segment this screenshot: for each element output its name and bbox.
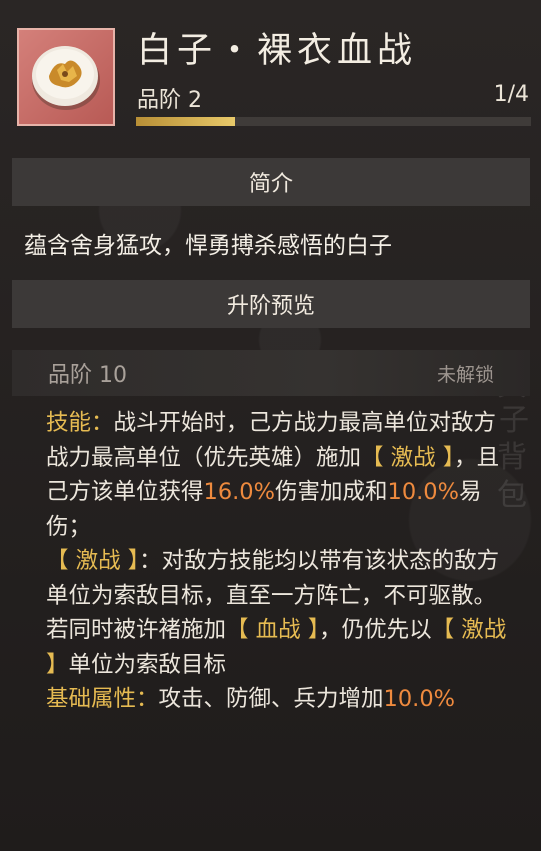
item-grade: 品阶 2 — [137, 88, 202, 113]
skill-paragraph: 技能：战斗开始时，己方战力最高单位对敌方战力最高单位（优先英雄）施加【 激战 】… — [46, 406, 508, 544]
vulnerable-value: 10.0% — [387, 479, 459, 505]
attribute-value: 10.0% — [383, 686, 456, 712]
upgrade-header-label: 升阶预览 — [226, 294, 315, 319]
effect-paragraph: 【 激战 】：对敌方技能均以带有该状态的敌方单位为索敌目标，直至一方阵亡，不可驱… — [46, 544, 508, 682]
item-header: 白子・裸衣血战 品阶 2 1/4 — [0, 0, 541, 140]
item-count: 1/4 — [493, 82, 529, 107]
go-stone-icon — [32, 46, 100, 110]
item-title: 白子・裸衣血战 — [137, 31, 418, 71]
intro-header-label: 简介 — [248, 172, 293, 197]
skill-text: 伤害加成和 — [275, 479, 388, 505]
status-tag: 【 激战 】 — [46, 548, 140, 574]
attribute-label: 基础属性： — [46, 686, 159, 712]
status-tag: 【 激战 】 — [361, 444, 455, 471]
upgrade-grade-label: 品阶 10 — [48, 363, 127, 388]
effect-text: 单位为索敌目标 — [68, 651, 227, 678]
lock-status: 未解锁 — [436, 363, 494, 386]
effect-text: ，仍优先以 — [319, 617, 432, 643]
damage-value: 16.0% — [203, 479, 275, 505]
intro-section-header: 简介 — [12, 158, 530, 206]
grade-progress-fill — [136, 117, 235, 126]
item-icon-frame[interactable] — [17, 28, 115, 126]
status-tag: 【 血战 】 — [226, 617, 320, 643]
upgrade-grade-row: 品阶 10 未解锁 — [12, 350, 530, 396]
upgrade-preview-header: 升阶预览 — [12, 280, 530, 328]
skill-label: 技能： — [46, 410, 114, 436]
skill-description: 技能：战斗开始时，己方战力最高单位对敌方战力最高单位（优先英雄）施加【 激战 】… — [46, 406, 508, 717]
attribute-text: 攻击、防御、兵力增加 — [158, 686, 384, 712]
intro-text: 蕴含舍身猛攻，悍勇搏杀感悟的白子 — [24, 233, 392, 259]
attribute-paragraph: 基础属性：攻击、防御、兵力增加10.0% — [46, 682, 508, 717]
grade-progress-bar — [136, 117, 531, 126]
